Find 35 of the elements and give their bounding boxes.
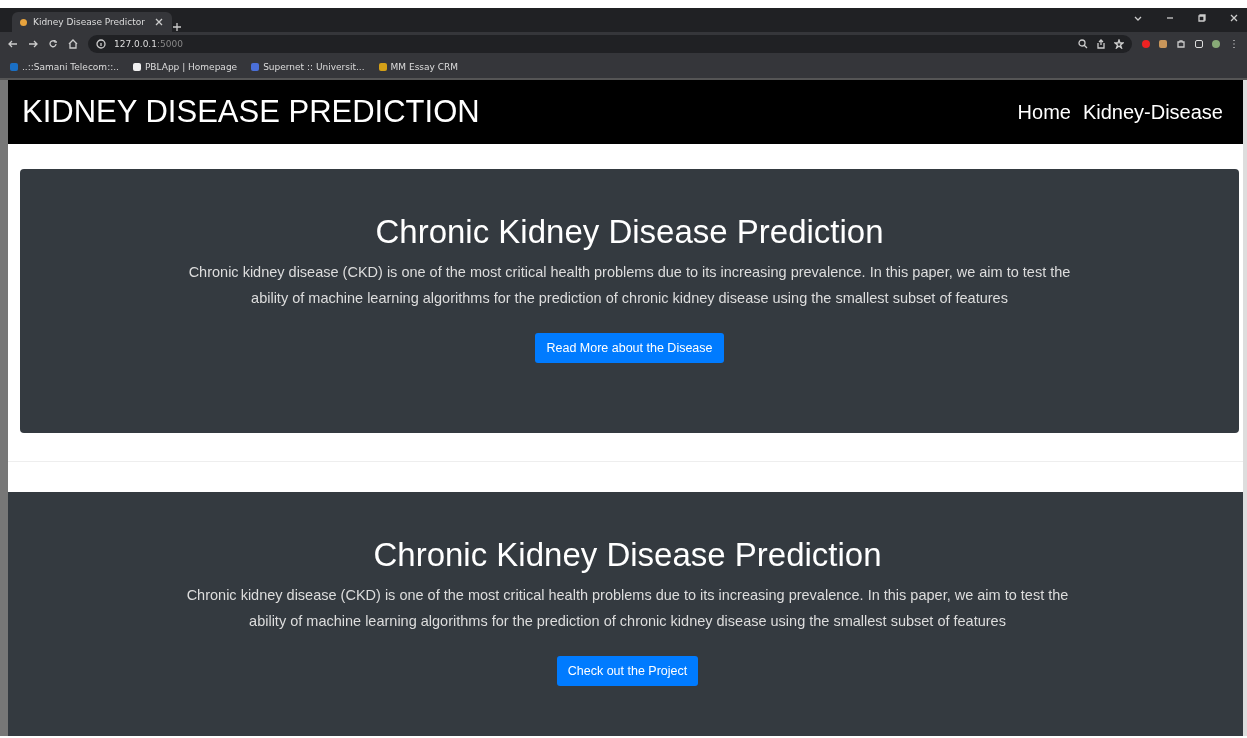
restore-icon[interactable] <box>1197 13 1207 23</box>
nav-link[interactable]: Home <box>1017 100 1071 124</box>
close-icon[interactable] <box>1229 13 1239 23</box>
star-icon[interactable] <box>1114 39 1124 49</box>
bookmark-icon <box>132 63 141 71</box>
nav-link[interactable]: Kidney-Disease <box>1082 100 1223 124</box>
new-tab-icon[interactable] <box>172 22 182 32</box>
bookmark-link[interactable]: MM Essay CRM <box>378 62 459 72</box>
info-icon[interactable] <box>96 39 106 49</box>
cta-button[interactable]: Check out the Project <box>556 656 699 686</box>
back-icon[interactable] <box>8 39 18 49</box>
bookmark-link[interactable]: PBLApp | Homepage <box>132 62 238 72</box>
address-bar[interactable]: 127.0.0.1:5000 <box>88 35 1132 53</box>
section-description: Chronic kidney disease (CKD) is one of the most critical health problems due to its increasing prevalence. In this paper, we aim to test the ability of machine learning algorithms for the prediction of chronic kidney disease using the smallest subset of features <box>185 586 1070 631</box>
brand-title[interactable]: KIDNEY DISEASE PREDICTION <box>22 94 480 130</box>
share-icon[interactable] <box>1096 39 1106 49</box>
bookmark-icon <box>251 63 260 71</box>
sidebar-icon[interactable] <box>1195 40 1203 48</box>
close-icon[interactable] <box>154 17 164 27</box>
browser-tab[interactable]: Kidney Disease Predictor <box>12 12 172 32</box>
section-heading: Chronic Kidney Disease Prediction <box>375 213 884 251</box>
url-text: 127.0.0.1:5000 <box>114 39 183 49</box>
bookmark-link[interactable]: ..::Samani Telecom::.. <box>10 62 119 72</box>
section-heading: Chronic Kidney Disease Prediction <box>373 536 882 574</box>
profile-icon[interactable] <box>1212 40 1220 48</box>
zoom-icon[interactable] <box>1078 39 1088 49</box>
reload-icon[interactable] <box>48 39 58 49</box>
favicon-icon <box>20 18 27 26</box>
bookmark-icon <box>378 63 387 71</box>
cta-button[interactable]: Read More about the Disease <box>535 333 724 363</box>
bookmark-link[interactable]: Supernet :: Universit... <box>251 62 365 72</box>
home-icon[interactable] <box>68 39 78 49</box>
forward-icon[interactable] <box>28 39 38 49</box>
bookmark-icon <box>10 63 18 71</box>
section-description: Chronic kidney disease (CKD) is one of the most critical health problems due to its increasing prevalence. In this paper, we aim to test the ability of machine learning algorithms for the prediction of chronic kidney disease using the smallest subset of features <box>187 263 1072 308</box>
